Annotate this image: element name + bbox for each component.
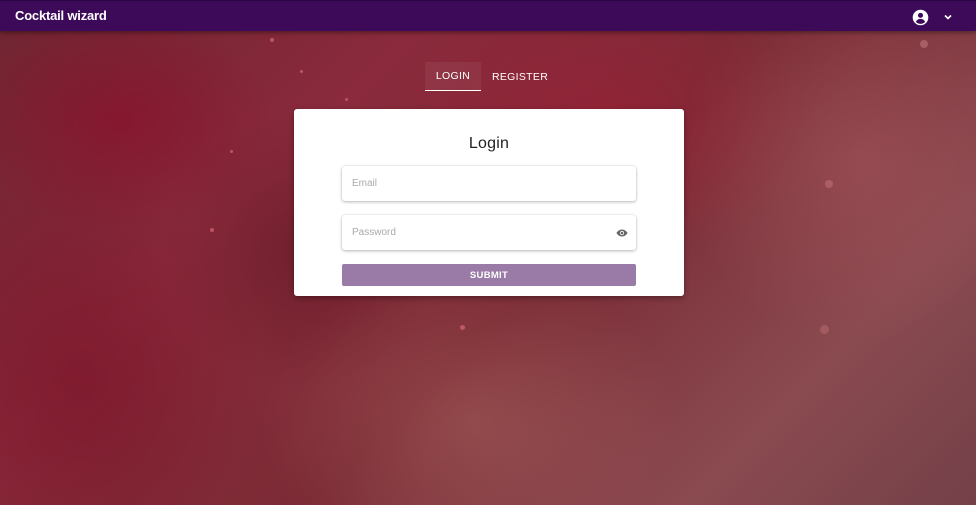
account-circle-icon — [912, 9, 929, 25]
email-input[interactable] — [342, 166, 636, 201]
background-speck — [820, 325, 829, 334]
submit-button[interactable]: SUBMIT — [342, 264, 636, 286]
background-speck — [300, 70, 303, 73]
login-card: Login SUBMIT — [294, 109, 684, 296]
app-title: Cocktail wizard — [15, 8, 107, 23]
background-speck — [270, 38, 274, 42]
account-menu-button[interactable] — [912, 7, 962, 27]
background-speck — [345, 98, 348, 101]
app-bar: Cocktail wizard — [0, 0, 976, 31]
tab-register-label: REGISTER — [492, 70, 549, 83]
email-field — [342, 166, 636, 201]
password-input[interactable] — [342, 215, 636, 250]
password-field — [342, 215, 636, 250]
tab-register[interactable]: REGISTER — [481, 62, 561, 91]
tab-login[interactable]: LOGIN — [425, 62, 481, 91]
background-speck — [210, 228, 214, 232]
background-speck — [230, 150, 233, 153]
eye-icon[interactable] — [616, 227, 628, 239]
chevron-down-icon — [944, 14, 952, 20]
background-speck — [460, 325, 465, 330]
auth-tabs: LOGIN REGISTER — [425, 62, 561, 91]
background-speck — [920, 40, 928, 48]
tab-login-label: LOGIN — [435, 70, 471, 82]
background-speck — [825, 180, 833, 188]
login-title: Login — [468, 135, 510, 152]
